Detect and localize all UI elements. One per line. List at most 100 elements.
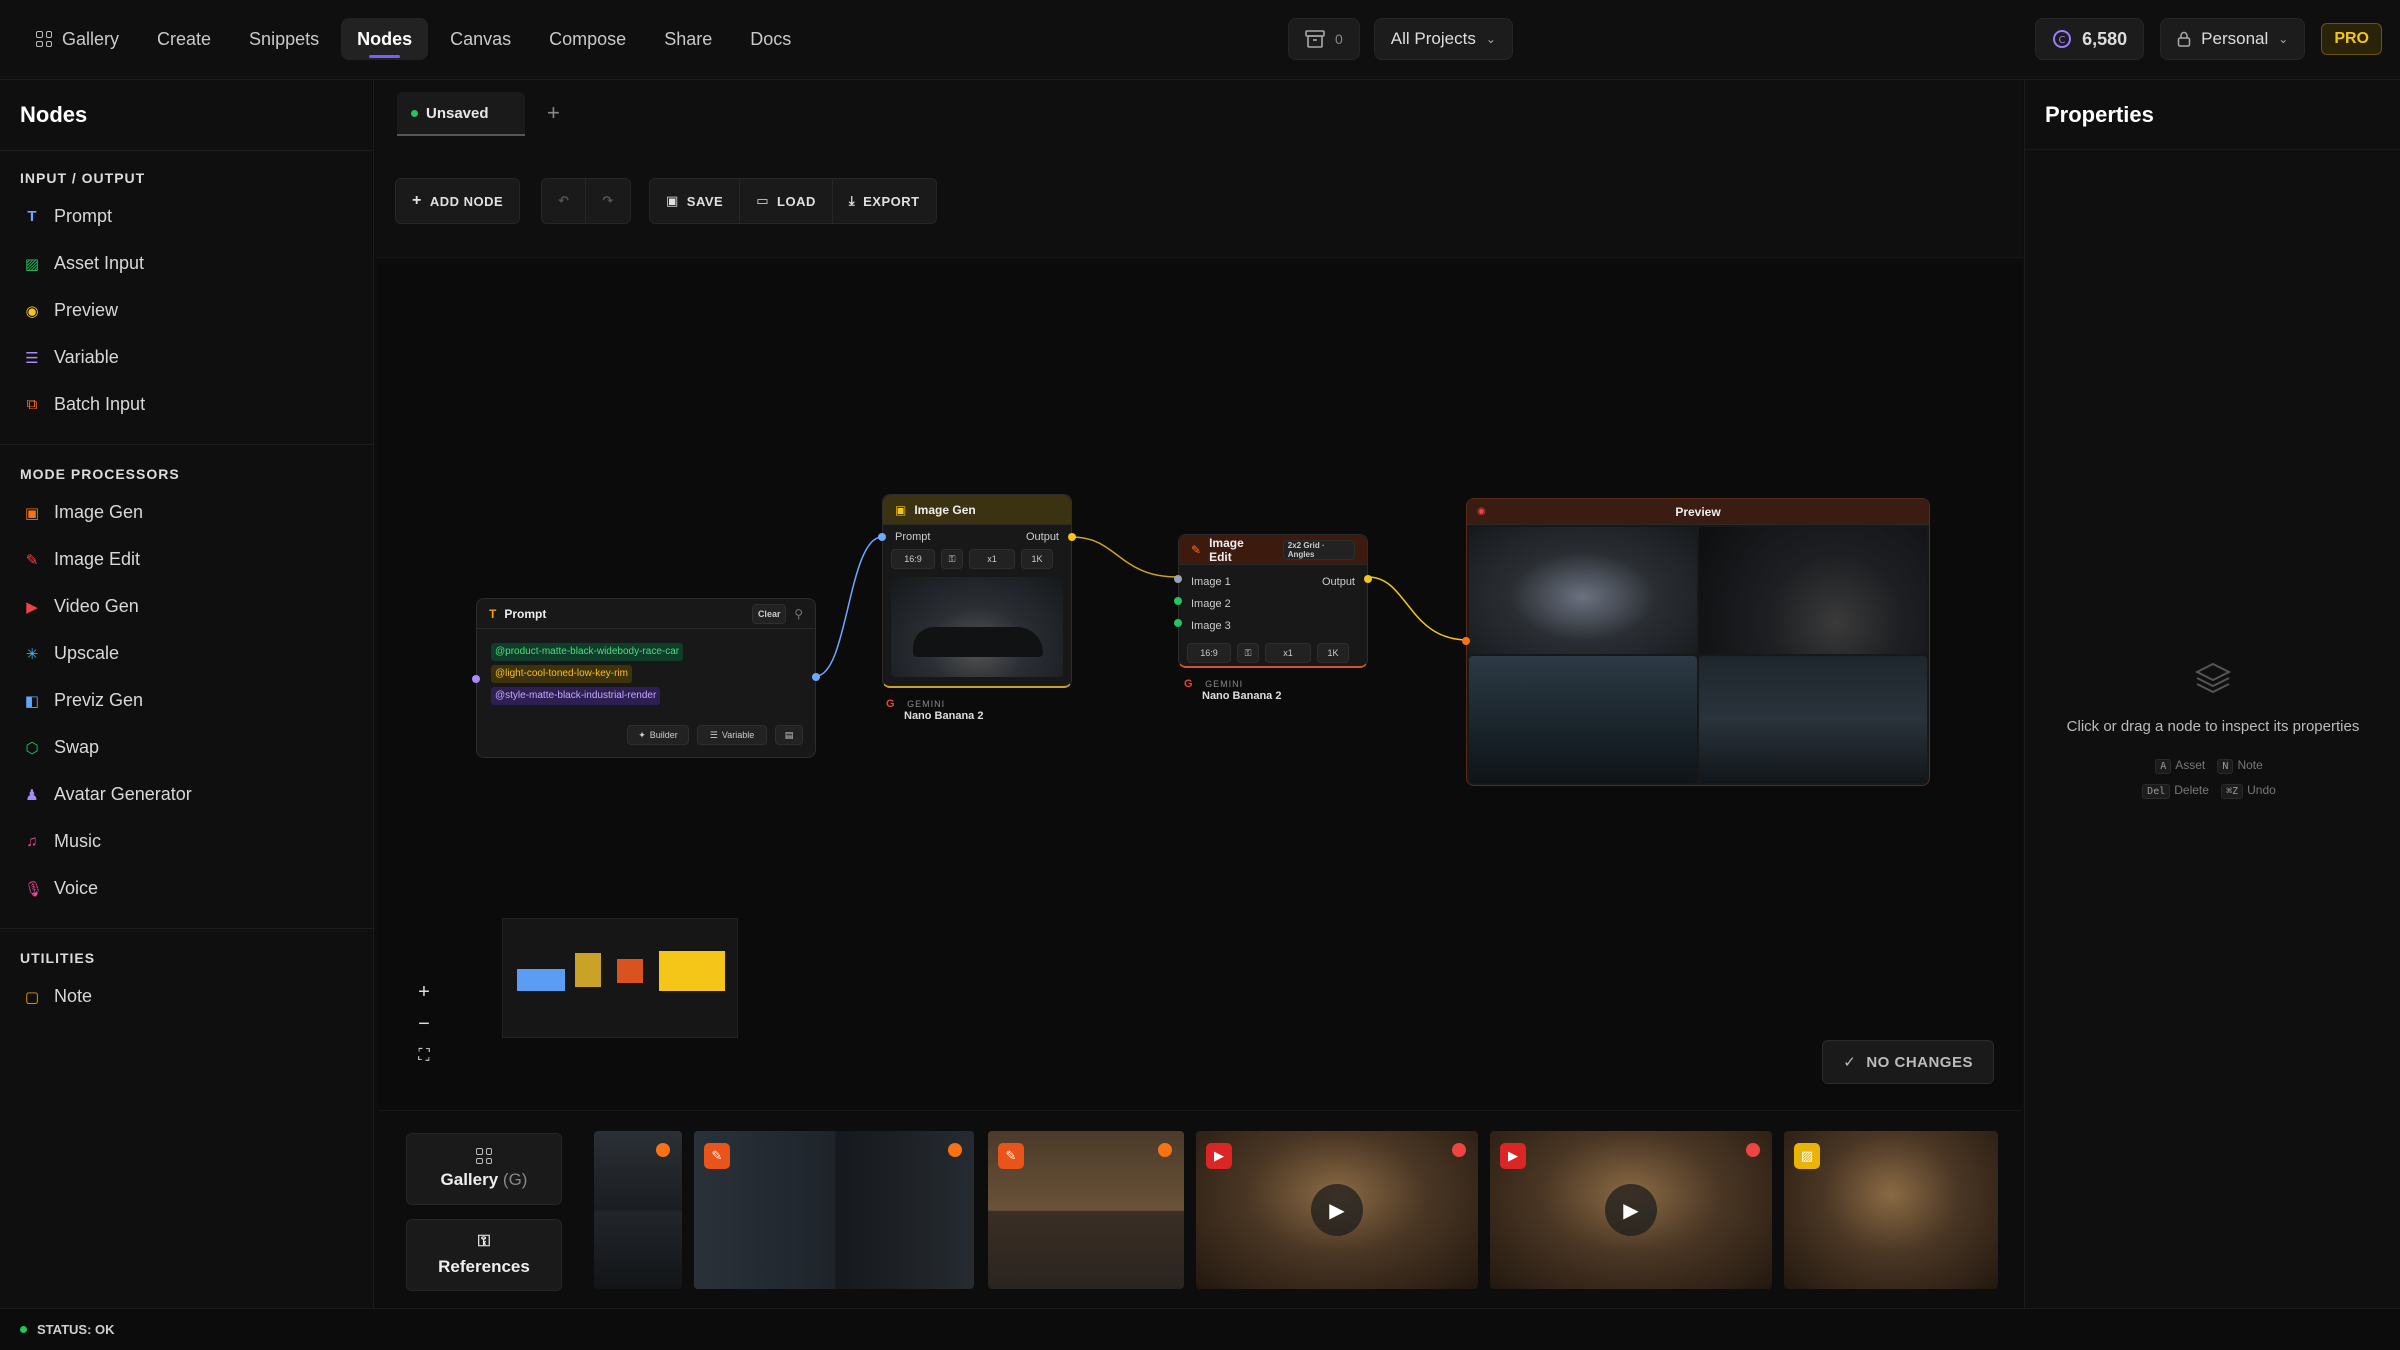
sidebar-item-avatar-generator[interactable]: ♟ Avatar Generator: [24, 784, 191, 805]
note-icon: ▢: [24, 988, 40, 1006]
workspace-select[interactable]: Personal ⌄: [2160, 18, 2306, 60]
nav-compose[interactable]: Compose: [533, 18, 642, 60]
nav-share[interactable]: Share: [648, 18, 728, 60]
add-node-button[interactable]: + ADD NODE: [395, 178, 521, 224]
gallery-thumbnail[interactable]: [594, 1131, 682, 1289]
sidebar-title: Nodes: [20, 102, 88, 127]
gallery-thumbnail[interactable]: ✎: [988, 1131, 1184, 1289]
nav-snippets[interactable]: Snippets: [233, 18, 335, 60]
references-button[interactable]: ⚿ References: [406, 1219, 562, 1291]
archive-button[interactable]: 0: [1288, 18, 1360, 60]
redo-button[interactable]: ↷: [586, 179, 629, 223]
export-button[interactable]: ⤓ EXPORT: [833, 179, 936, 223]
credits-display[interactable]: C 6,580: [2035, 18, 2145, 60]
count-select[interactable]: x1: [969, 549, 1015, 569]
nav-gallery[interactable]: Gallery: [20, 18, 135, 60]
sidebar-item-label: Batch Input: [54, 394, 146, 414]
prompt-chip[interactable]: @light-cool-toned-low-key-rim: [491, 665, 632, 683]
prompt-node[interactable]: T Prompt Clear ⚲ @product-matte-black-wi…: [472, 598, 820, 758]
nav-nodes[interactable]: Nodes: [341, 18, 429, 60]
input-port[interactable]: [878, 533, 886, 541]
prompt-chip[interactable]: @product-matte-black-widebody-race-car: [491, 643, 684, 661]
microphone-icon: 🎙︎: [24, 880, 44, 898]
sidebar-item-image-edit[interactable]: ✎ Image Edit: [24, 549, 140, 570]
top-bar: Gallery Create Snippets Nodes Canvas Com…: [0, 0, 2400, 80]
output-port[interactable]: [1068, 533, 1076, 541]
gallery-thumbnail[interactable]: ▨: [1784, 1131, 1998, 1289]
generated-image[interactable]: [891, 577, 1063, 677]
zoom-in-button[interactable]: +: [408, 976, 440, 1008]
redo-icon: ↷: [602, 193, 614, 208]
sidebar-item-label: Swap: [54, 737, 100, 757]
lock-button[interactable]: ⚿: [1237, 643, 1259, 663]
minimap[interactable]: [502, 918, 738, 1038]
play-icon[interactable]: ▶: [1311, 1184, 1363, 1236]
sidebar-item-variable[interactable]: ☰ Variable: [24, 347, 118, 368]
preview-image[interactable]: [1699, 656, 1927, 783]
input-port[interactable]: [1174, 575, 1182, 583]
file-controls: ▣ SAVE ▭ LOAD ⤓ EXPORT: [649, 178, 937, 224]
sidebar-item-image-gen[interactable]: ▣ Image Gen: [24, 502, 143, 523]
image-edit-node[interactable]: ✎ Image Edit 2x2 Grid · Angles Image 1 I…: [1174, 534, 1372, 668]
fit-view-button[interactable]: ⛶: [408, 1040, 440, 1072]
input-port[interactable]: [1174, 597, 1182, 605]
image-edit-ports: Image 1 Image 2 Image 3 Output: [1179, 565, 1367, 643]
resolution-select[interactable]: 1K: [1317, 643, 1349, 663]
sidebar-item-asset-input[interactable]: ▨ Asset Input: [24, 253, 144, 274]
output-port[interactable]: [812, 673, 820, 681]
save-button[interactable]: ▣ SAVE: [650, 179, 741, 223]
ratio-select[interactable]: 16:9: [1187, 643, 1231, 663]
gallery-thumbnail[interactable]: ✎: [694, 1131, 974, 1289]
sparkle-icon: ✳: [25, 645, 39, 663]
input-port[interactable]: [1174, 619, 1182, 627]
preview-image[interactable]: [1469, 656, 1697, 783]
nav-docs[interactable]: Docs: [734, 18, 807, 60]
sidebar-item-prompt[interactable]: T Prompt: [24, 206, 112, 227]
image-gen-node[interactable]: ▣ Image Gen Prompt Output 16:9 ⚿ x1 1K: [878, 494, 1076, 688]
variable-button[interactable]: ☰ Variable: [697, 725, 767, 745]
gallery-button[interactable]: Gallery (G): [406, 1133, 562, 1205]
document-button[interactable]: ▤: [775, 725, 803, 745]
nav-create[interactable]: Create: [141, 18, 227, 60]
sidebar-item-video-gen[interactable]: ▶ Video Gen: [24, 596, 139, 617]
clear-button[interactable]: Clear: [752, 603, 787, 624]
sidebar-item-note[interactable]: ▢ Note: [24, 986, 92, 1007]
image-edit-settings: 16:9 ⚿ x1 1K: [1179, 643, 1367, 663]
input-port[interactable]: [472, 675, 480, 683]
nav-canvas[interactable]: Canvas: [434, 18, 527, 60]
load-button[interactable]: ▭ LOAD: [740, 179, 833, 223]
play-icon[interactable]: ▶: [1605, 1184, 1657, 1236]
status-dot: [656, 1143, 670, 1157]
undo-button[interactable]: ↶: [542, 179, 587, 223]
eye-icon: ◉: [25, 302, 39, 320]
gallery-video-thumbnail[interactable]: ▶ ▶: [1490, 1131, 1772, 1289]
lock-icon: [2177, 31, 2191, 47]
user-icon: ♟: [25, 786, 39, 804]
count-select[interactable]: x1: [1265, 643, 1311, 663]
edit-mode-badge[interactable]: 2x2 Grid · Angles: [1282, 539, 1355, 560]
resolution-select[interactable]: 1K: [1021, 549, 1053, 569]
sidebar-item-previz-gen[interactable]: ◧ Previz Gen: [24, 690, 143, 711]
sidebar-item-music[interactable]: ♫ Music: [24, 831, 101, 852]
gallery-video-thumbnail[interactable]: ▶ ▶: [1196, 1131, 1478, 1289]
node-canvas[interactable]: T Prompt Clear ⚲ @product-matte-black-wi…: [378, 262, 2022, 1110]
sidebar-item-upscale[interactable]: ✳ Upscale: [24, 643, 119, 664]
sidebar-item-batch-input[interactable]: ⧉ Batch Input: [24, 394, 145, 415]
tab-unsaved[interactable]: Unsaved: [397, 92, 525, 136]
sidebar-item-swap[interactable]: ⬡ Swap: [24, 737, 99, 758]
video-icon: ▶: [26, 598, 38, 616]
zoom-out-button[interactable]: −: [408, 1008, 440, 1040]
ratio-select[interactable]: 16:9: [891, 549, 935, 569]
project-select[interactable]: All Projects ⌄: [1373, 18, 1513, 60]
prompt-chip[interactable]: @style-matte-black-industrial-render: [491, 687, 661, 705]
builder-button[interactable]: ✦ Builder: [627, 725, 689, 745]
preview-image[interactable]: [1469, 527, 1697, 654]
preview-node[interactable]: ◉ Preview: [1462, 498, 1930, 786]
preview-image[interactable]: [1699, 527, 1927, 654]
sidebar-item-voice[interactable]: 🎙︎ Voice: [24, 878, 98, 899]
sidebar-item-preview[interactable]: ◉ Preview: [24, 300, 118, 321]
lock-button[interactable]: ⚿: [941, 549, 963, 569]
new-tab-button[interactable]: +: [547, 100, 560, 126]
output-port[interactable]: [1364, 575, 1372, 583]
input-port[interactable]: [1462, 637, 1470, 645]
